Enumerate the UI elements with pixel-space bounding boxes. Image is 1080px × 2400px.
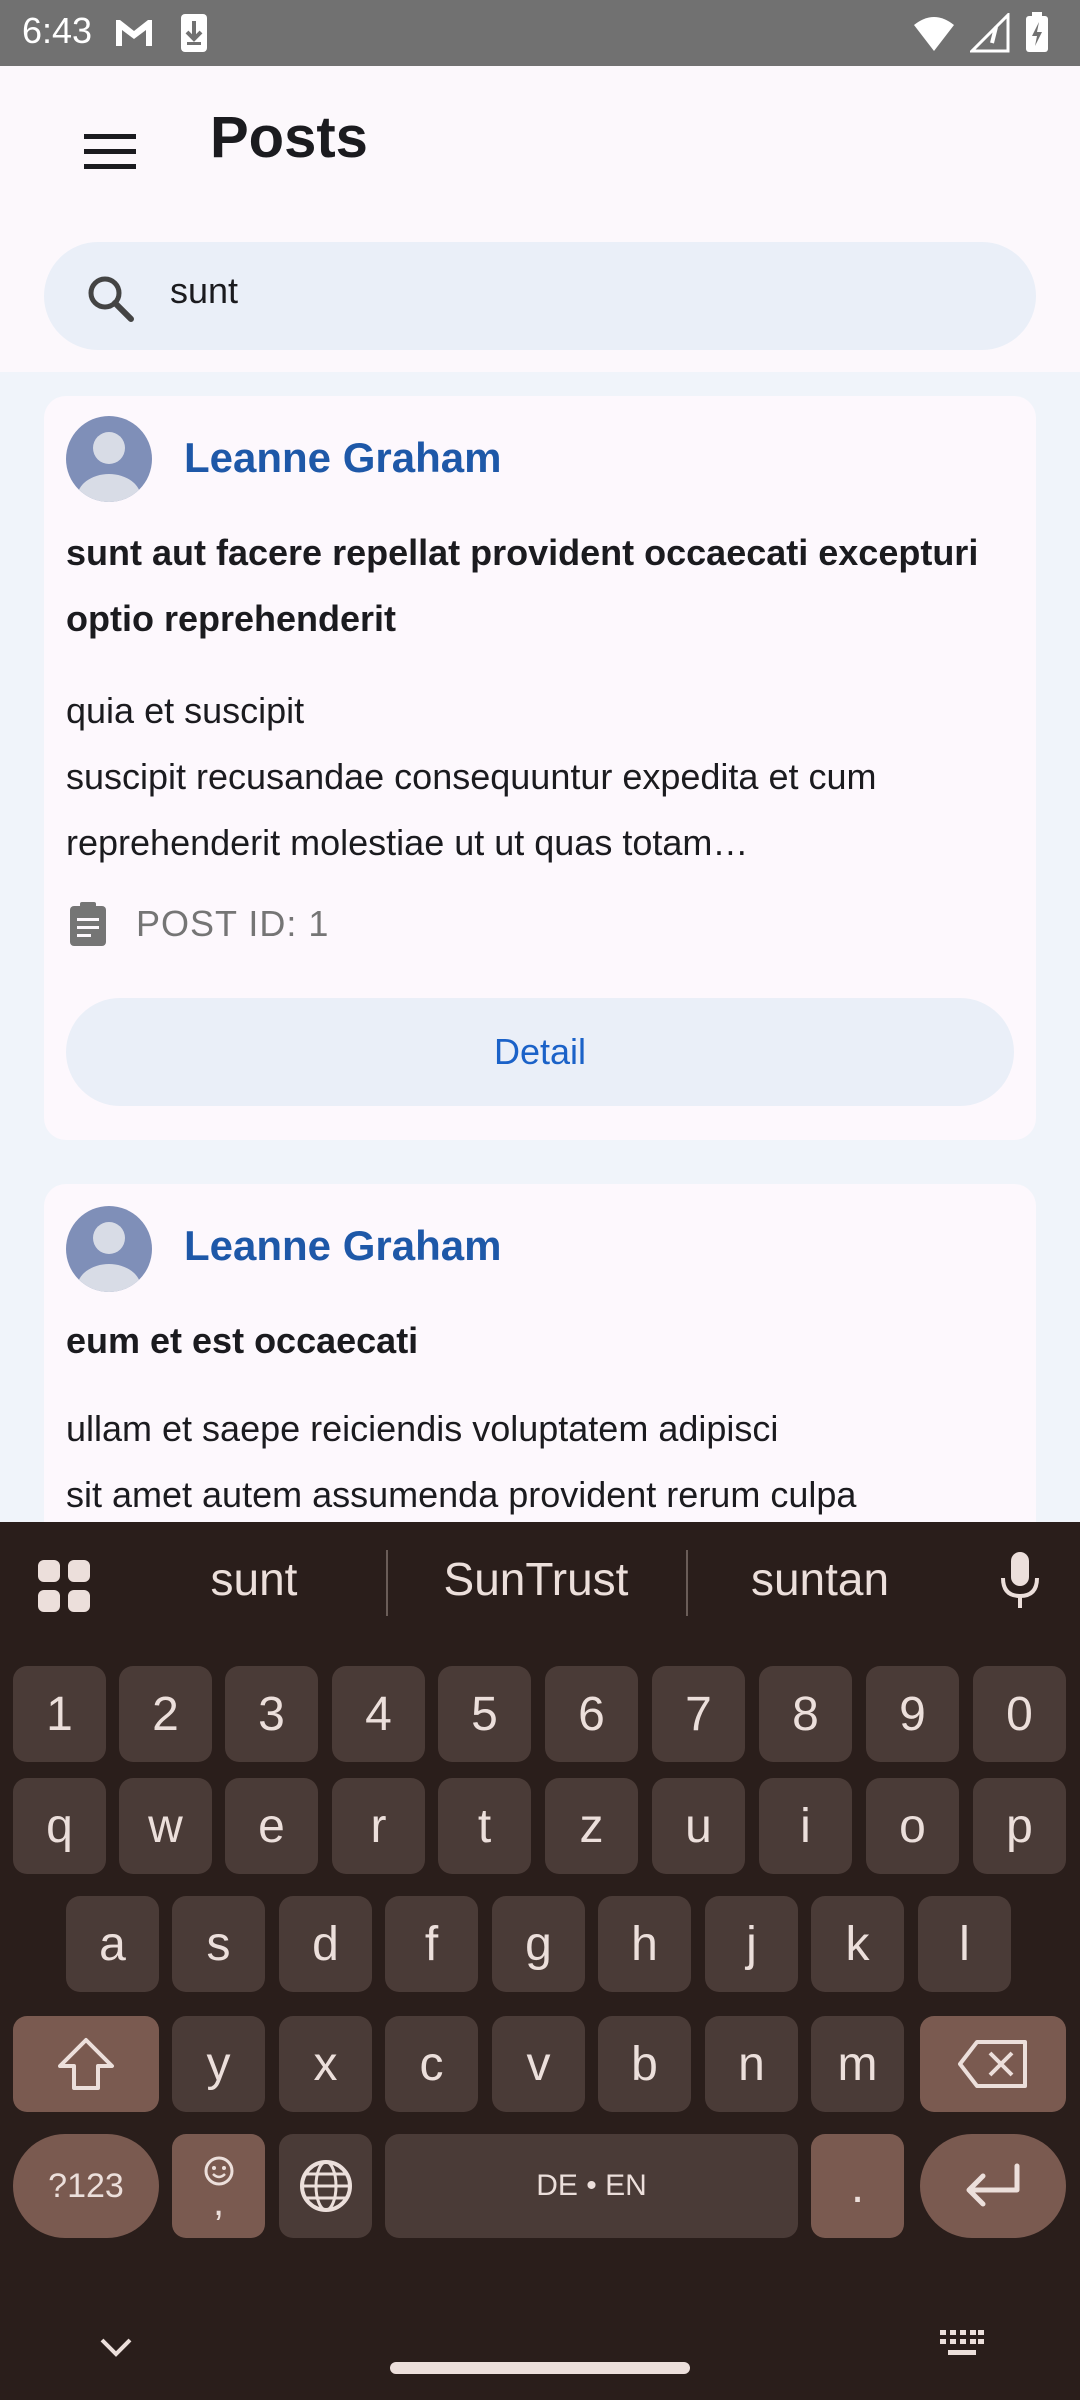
key-2[interactable]: 2 <box>119 1666 212 1762</box>
status-time: 6:43 <box>22 10 93 51</box>
mic-icon[interactable] <box>998 1550 1042 1610</box>
navigation-bar <box>0 2290 1080 2400</box>
key-3[interactable]: 3 <box>225 1666 318 1762</box>
backspace-key[interactable] <box>920 2016 1066 2112</box>
suggestion-1[interactable]: sunt <box>114 1552 394 1606</box>
period-key[interactable]: . <box>811 2134 904 2238</box>
home-gesture-bar[interactable] <box>390 2362 690 2374</box>
suggestion-2[interactable]: SunTrust <box>396 1552 676 1606</box>
gmail-icon <box>116 20 152 46</box>
menu-icon[interactable] <box>80 122 140 182</box>
search-input[interactable]: sunt <box>170 270 238 312</box>
key-y[interactable]: y <box>172 2016 265 2112</box>
key-q[interactable]: q <box>13 1778 106 1874</box>
detail-button[interactable]: Detail <box>66 998 1014 1106</box>
key-g[interactable]: g <box>492 1896 585 1992</box>
avatar <box>66 416 152 502</box>
key-p[interactable]: p <box>973 1778 1066 1874</box>
key-a[interactable]: a <box>66 1896 159 1992</box>
key-5[interactable]: 5 <box>438 1666 531 1762</box>
key-4[interactable]: 4 <box>332 1666 425 1762</box>
key-7[interactable]: 7 <box>652 1666 745 1762</box>
app-bar: Posts sunt <box>0 66 1080 372</box>
key-t[interactable]: t <box>438 1778 531 1874</box>
key-z[interactable]: z <box>545 1778 638 1874</box>
post-card: Leanne Graham eum et est occaecati ullam… <box>44 1184 1036 1522</box>
key-d[interactable]: d <box>279 1896 372 1992</box>
signal-icon <box>970 13 1010 53</box>
download-icon <box>181 14 207 52</box>
key-r[interactable]: r <box>332 1778 425 1874</box>
shift-icon <box>58 2038 114 2090</box>
post-list: Leanne Graham sunt aut facere repellat p… <box>0 372 1080 1522</box>
key-m[interactable]: m <box>811 2016 904 2112</box>
key-w[interactable]: w <box>119 1778 212 1874</box>
suggestion-3[interactable]: suntan <box>680 1552 960 1606</box>
comma-label: , <box>212 2180 225 2224</box>
post-body: quia et suscipit suscipit recusandae con… <box>66 690 877 863</box>
key-e[interactable]: e <box>225 1778 318 1874</box>
key-s[interactable]: s <box>172 1896 265 1992</box>
enter-icon <box>966 2163 1020 2207</box>
post-body: ullam et saepe reiciendis voluptatem adi… <box>66 1408 857 1515</box>
post-title: eum et est occaecati <box>66 1320 419 1361</box>
wifi-icon <box>914 17 954 51</box>
space-key[interactable]: DE • EN <box>385 2134 798 2238</box>
keyboard-switch-icon[interactable] <box>938 2328 986 2362</box>
suggestion-bar: sunt SunTrust suntan <box>0 1522 1080 1642</box>
key-9[interactable]: 9 <box>866 1666 959 1762</box>
suggestion-divider <box>386 1550 388 1616</box>
key-8[interactable]: 8 <box>759 1666 852 1762</box>
backspace-icon <box>958 2040 1027 2088</box>
post-title: sunt aut facere repellat provident occae… <box>66 532 979 639</box>
search-icon <box>88 276 134 322</box>
keyboard: sunt SunTrust suntan 1 2 3 4 5 6 7 8 9 0… <box>0 1522 1080 2400</box>
key-j[interactable]: j <box>705 1896 798 1992</box>
emoji-comma-key[interactable]: , <box>172 2134 265 2238</box>
key-o[interactable]: o <box>866 1778 959 1874</box>
post-id: POST ID: 1 <box>136 903 330 944</box>
shift-key[interactable] <box>13 2016 159 2112</box>
key-1[interactable]: 1 <box>13 1666 106 1762</box>
page-title: Posts <box>210 105 368 170</box>
post-author[interactable]: Leanne Graham <box>184 1222 501 1270</box>
key-h[interactable]: h <box>598 1896 691 1992</box>
post-id-row: POST ID: 1 <box>66 900 329 948</box>
key-n[interactable]: n <box>705 2016 798 2112</box>
grid-icon[interactable] <box>36 1558 92 1614</box>
status-bar: 6:43 <box>0 0 1080 66</box>
keyboard-hide-icon[interactable] <box>96 2332 136 2360</box>
key-i[interactable]: i <box>759 1778 852 1874</box>
post-author[interactable]: Leanne Graham <box>184 434 501 482</box>
key-u[interactable]: u <box>652 1778 745 1874</box>
globe-icon <box>299 2160 352 2212</box>
key-b[interactable]: b <box>598 2016 691 2112</box>
key-v[interactable]: v <box>492 2016 585 2112</box>
key-0[interactable]: 0 <box>973 1666 1066 1762</box>
key-k[interactable]: k <box>811 1896 904 1992</box>
search-bar[interactable]: sunt <box>44 242 1036 350</box>
symbols-key[interactable]: ?123 <box>13 2134 159 2238</box>
key-x[interactable]: x <box>279 2016 372 2112</box>
post-card: Leanne Graham sunt aut facere repellat p… <box>44 396 1036 1140</box>
avatar <box>66 1206 152 1292</box>
key-6[interactable]: 6 <box>545 1666 638 1762</box>
key-c[interactable]: c <box>385 2016 478 2112</box>
key-l[interactable]: l <box>918 1896 1011 1992</box>
battery-icon <box>1026 12 1048 52</box>
language-key[interactable] <box>279 2134 372 2238</box>
enter-key[interactable] <box>920 2134 1066 2238</box>
key-f[interactable]: f <box>385 1896 478 1992</box>
clipboard-icon <box>70 902 106 946</box>
